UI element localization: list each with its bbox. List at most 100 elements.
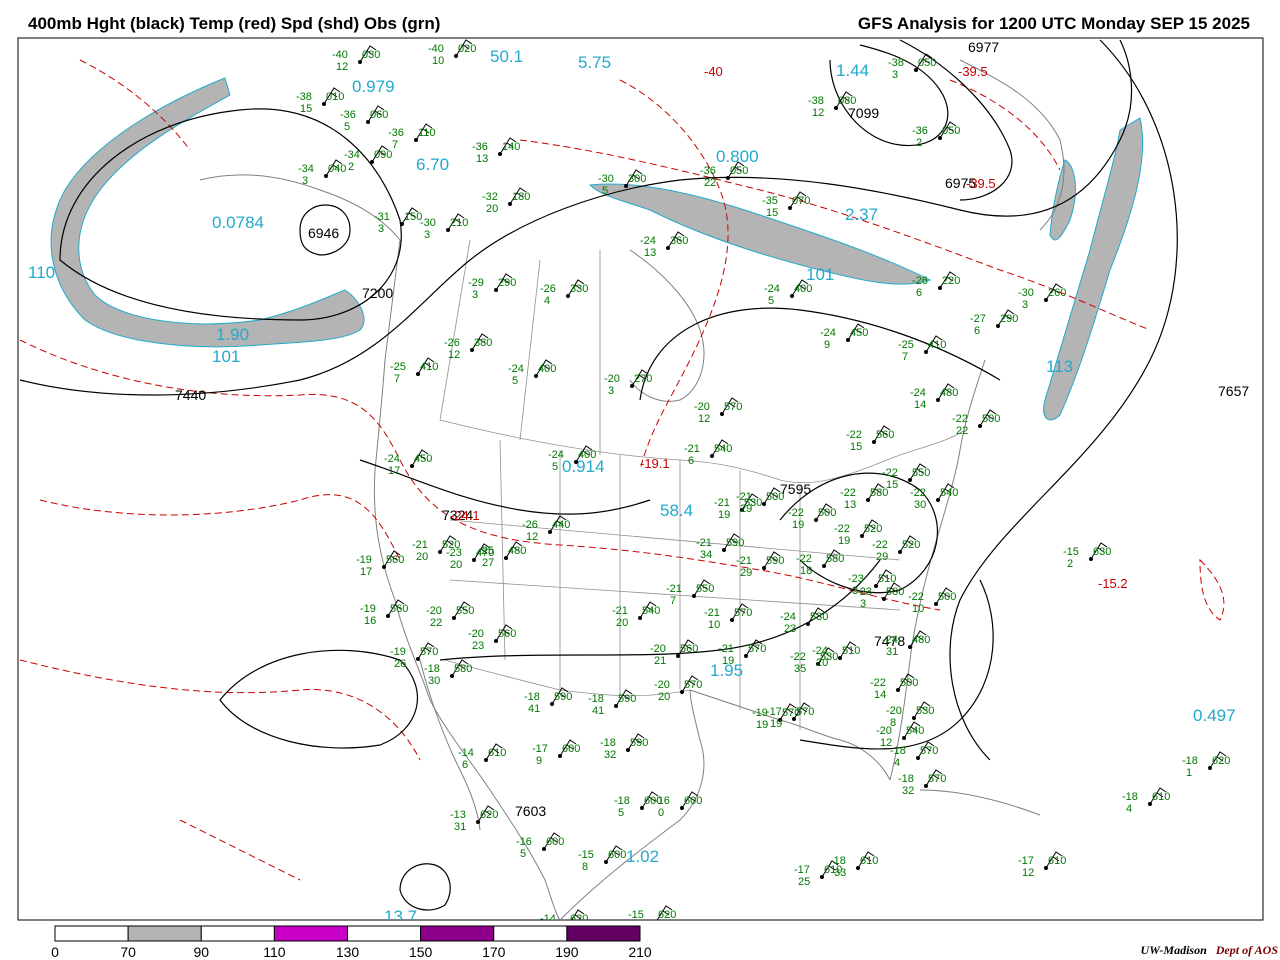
station-temperature: -26: [540, 283, 556, 295]
station-temperature: -21: [412, 539, 428, 551]
speed-label: 101: [806, 265, 834, 284]
station-dewpoint-depression: 1: [1186, 767, 1192, 779]
station-dewpoint-depression: 12: [526, 531, 538, 543]
station-temperature: -20: [654, 679, 670, 691]
station-temperature: -22: [908, 591, 924, 603]
station-dewpoint-depression: 18: [800, 565, 812, 577]
temperature-label: -39.5: [966, 176, 996, 191]
station-height: 030: [362, 49, 380, 61]
station-height: 540: [714, 443, 732, 455]
station-temperature: -35: [762, 195, 778, 207]
station-height: 620: [480, 809, 498, 821]
station-height: 260: [1048, 287, 1066, 299]
station-temperature: -36: [340, 109, 356, 121]
station-temperature: -38: [888, 57, 904, 69]
station-height: 560: [876, 429, 894, 441]
station-dewpoint-depression: 10: [912, 603, 924, 615]
station-height: 140: [502, 141, 520, 153]
station-height: 500: [900, 677, 918, 689]
station-temperature: -20: [426, 605, 442, 617]
credit-org: UW-Madison: [1140, 943, 1207, 957]
station-temperature: -18: [588, 693, 604, 705]
colorbar-segment: [420, 925, 495, 942]
station-temperature: -27: [970, 313, 986, 325]
station-height: 290: [498, 277, 516, 289]
station-dewpoint-depression: 30: [914, 499, 926, 511]
station-dewpoint-depression: 4: [1126, 803, 1132, 815]
station-height: 400: [538, 363, 556, 375]
station-dewpoint-depression: 4: [894, 757, 900, 769]
colorbar-segment: [347, 925, 422, 942]
station-height: 620: [658, 909, 676, 921]
station-height: 580: [826, 553, 844, 565]
station-temperature: -21: [736, 555, 752, 567]
station-temperature: -25: [478, 545, 494, 557]
station-dewpoint-depression: 5: [618, 807, 624, 819]
station-height: 050: [942, 125, 960, 137]
temperature-label: -15.2: [1098, 576, 1128, 591]
station-height: 560: [386, 554, 404, 566]
station-height: 550: [696, 583, 714, 595]
station-dewpoint-depression: 6: [916, 287, 922, 299]
station-dewpoint-depression: 3: [860, 598, 866, 610]
station-height: 050: [918, 57, 936, 69]
station-height: 510: [842, 645, 860, 657]
station-temperature: -21: [736, 491, 752, 503]
station-dewpoint-depression: 14: [874, 689, 886, 701]
speed-label: 2.37: [845, 205, 878, 224]
station-temperature: -22: [910, 487, 926, 499]
station-height: 560: [498, 628, 516, 640]
station-dewpoint-depression: 4: [544, 295, 550, 307]
station-height: 550: [456, 605, 474, 617]
colorbar-segment: [566, 925, 641, 942]
speed-label: 50.1: [490, 47, 523, 66]
station-height: 630: [1093, 546, 1111, 558]
station-dewpoint-depression: 29: [876, 551, 888, 563]
station-dewpoint-depression: 12: [1022, 867, 1034, 879]
height-label: 7657: [1218, 383, 1249, 399]
station-dewpoint-depression: 10: [432, 55, 444, 67]
station-dewpoint-depression: 19: [756, 719, 768, 731]
station-dewpoint-depression: 5: [512, 375, 518, 387]
station-temperature: -22: [870, 677, 886, 689]
station-temperature: -22: [872, 539, 888, 551]
station-dewpoint-depression: 9: [536, 755, 542, 767]
speed-label: 6.70: [416, 155, 449, 174]
station-temperature: -34: [298, 163, 314, 175]
station-dewpoint-depression: 23: [472, 640, 484, 652]
station-dewpoint-depression: 15: [300, 103, 312, 115]
station-temperature: -24: [508, 363, 524, 375]
station-height: 070: [792, 195, 810, 207]
station-temperature: -18: [898, 773, 914, 785]
station-height: 590: [726, 537, 744, 549]
station-dewpoint-depression: 19: [838, 535, 850, 547]
station-temperature: -40: [332, 49, 348, 61]
station-dewpoint-depression: 12: [448, 349, 460, 361]
speed-label: 110: [28, 263, 55, 282]
station-temperature: -30: [598, 173, 614, 185]
station-temperature: -24: [910, 387, 926, 399]
station-temperature: -17: [1018, 855, 1034, 867]
map-frame: [17, 37, 1264, 921]
station-dewpoint-depression: 3: [472, 289, 478, 301]
station-height: 570: [920, 745, 938, 757]
station-dewpoint-depression: 41: [592, 705, 604, 717]
station-temperature: -18: [1182, 755, 1198, 767]
station-height: 600: [684, 795, 702, 807]
speed-label: 13.7: [384, 907, 417, 926]
station-temperature: -22: [790, 651, 806, 663]
station-height: 480: [940, 387, 958, 399]
station-temperature: -21: [666, 583, 682, 595]
station-temperature: -18: [600, 737, 616, 749]
station-height: 400: [794, 283, 812, 295]
speed-label: 58.4: [660, 501, 693, 520]
station-height: 520: [864, 523, 882, 535]
credit-dept: Dept of AOS: [1215, 943, 1278, 957]
station-dewpoint-depression: 5: [768, 295, 774, 307]
station-dewpoint-depression: 3: [378, 223, 384, 235]
colorbar-segment: [273, 925, 348, 942]
station-height: 570: [684, 679, 702, 691]
station-dewpoint-depression: 3: [892, 69, 898, 81]
station-height: 590: [766, 555, 784, 567]
station-height: 270: [634, 373, 652, 385]
